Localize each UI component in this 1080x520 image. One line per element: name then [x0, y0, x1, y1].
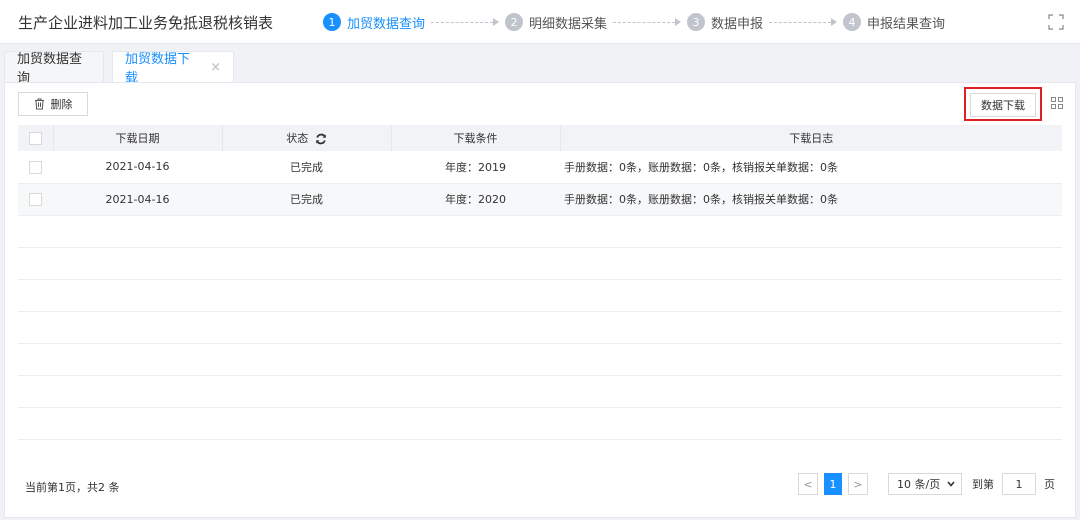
step-number: 4 [843, 13, 862, 31]
data-download-button[interactable]: 数据下载 [970, 93, 1036, 117]
tab-bar: 加贸数据查询 加贸数据下载 × [0, 44, 1080, 86]
page-summary: 当前第1页，共2 条 [25, 481, 120, 494]
page-title: 生产企业进料加工业务免抵退税核销表 [18, 14, 274, 32]
prev-page-button[interactable]: < [798, 473, 818, 495]
step-number: 2 [505, 13, 524, 31]
close-icon[interactable]: × [210, 60, 221, 75]
step-4[interactable]: 4 申报结果查询 [843, 13, 945, 32]
goto-page-input[interactable] [1002, 473, 1036, 495]
log-cell: 手册数据：0条，账册数据：0条，核销报关单数据：0条 [564, 193, 838, 206]
status-cell: 已完成 [290, 160, 323, 174]
step-number: 1 [323, 13, 341, 31]
top-bar: 生产企业进料加工业务免抵退税核销表 1 加贸数据查询 2 明细数据采集 3 数据… [0, 0, 1080, 44]
tab-label: 加贸数据查询 [17, 52, 83, 86]
step-connector [431, 18, 500, 26]
step-1[interactable]: 1 加贸数据查询 [323, 13, 425, 32]
column-header-status[interactable]: 状态 [222, 125, 392, 151]
select-all-cell [18, 125, 54, 151]
empty-row [18, 247, 1062, 279]
column-header[interactable]: 下载条件 [391, 125, 561, 151]
empty-row [18, 215, 1062, 247]
step-label: 明细数据采集 [529, 16, 608, 32]
column-settings-icon[interactable] [1051, 97, 1063, 109]
goto-label: 到第 [972, 478, 994, 491]
pagination: < 1 > 10 条/页 到第 页 [798, 472, 1055, 496]
column-header: 状态 [286, 132, 309, 145]
log-cell: 手册数据：0条，账册数据：0条，核销报关单数据：0条 [564, 160, 838, 174]
chevron-down-icon [947, 481, 955, 487]
next-page-button[interactable]: > [848, 473, 868, 495]
condition-cell: 年度：2019 [445, 160, 506, 174]
refresh-icon[interactable] [315, 133, 327, 145]
step-label: 加贸数据查询 [347, 16, 426, 32]
delete-label: 删除 [50, 98, 73, 111]
step-2[interactable]: 2 明细数据采集 [505, 13, 607, 32]
delete-button[interactable]: 删除 [18, 92, 88, 116]
step-label: 数据申报 [711, 16, 764, 32]
step-number: 3 [687, 13, 706, 31]
page-size-value: 10 条/页 [897, 478, 941, 491]
table-row[interactable]: 2021-04-16 已完成 年度：2020 手册数据：0条，账册数据：0条，核… [18, 183, 1062, 215]
row-checkbox[interactable] [29, 192, 42, 206]
tab-query[interactable]: 加贸数据查询 [4, 51, 104, 86]
download-label: 数据下载 [981, 99, 1025, 112]
trash-icon [34, 98, 44, 110]
step-indicator: 1 加贸数据查询 2 明细数据采集 3 数据申报 4 申报结果查询 [323, 11, 945, 33]
page-unit-label: 页 [1044, 478, 1055, 491]
step-3[interactable]: 3 数据申报 [687, 13, 763, 32]
step-label: 申报结果查询 [867, 16, 946, 32]
column-header[interactable]: 下载日志 [560, 125, 1062, 151]
empty-row [18, 311, 1062, 343]
page-size-select[interactable]: 10 条/页 [888, 473, 962, 495]
empty-row [18, 279, 1062, 311]
expand-icon[interactable] [1048, 14, 1064, 30]
select-all-checkbox[interactable] [28, 131, 42, 145]
tab-download[interactable]: 加贸数据下载 × [112, 51, 234, 86]
tab-label: 加贸数据下载 [125, 52, 191, 86]
date-cell: 2021-04-16 [105, 160, 170, 174]
main-panel: 删除 数据下载 下载日期 状态 下载条件 下载日志 2021-04-16 已完成… [4, 82, 1076, 518]
condition-cell: 年度：2020 [445, 193, 506, 206]
date-cell: 2021-04-16 [105, 192, 170, 206]
download-table: 下载日期 状态 下载条件 下载日志 2021-04-16 已完成 年度：2019… [18, 125, 1062, 440]
row-checkbox[interactable] [29, 160, 42, 174]
table-header-row: 下载日期 状态 下载条件 下载日志 [18, 125, 1062, 151]
table-row[interactable]: 2021-04-16 已完成 年度：2019 手册数据：0条，账册数据：0条，核… [18, 151, 1062, 183]
empty-row [18, 407, 1062, 439]
step-connector [769, 18, 838, 26]
status-cell: 已完成 [290, 193, 323, 206]
page-number-current[interactable]: 1 [824, 473, 842, 495]
empty-row [18, 375, 1062, 407]
step-connector [613, 18, 682, 26]
column-header[interactable]: 下载日期 [53, 125, 223, 151]
empty-row [18, 343, 1062, 375]
